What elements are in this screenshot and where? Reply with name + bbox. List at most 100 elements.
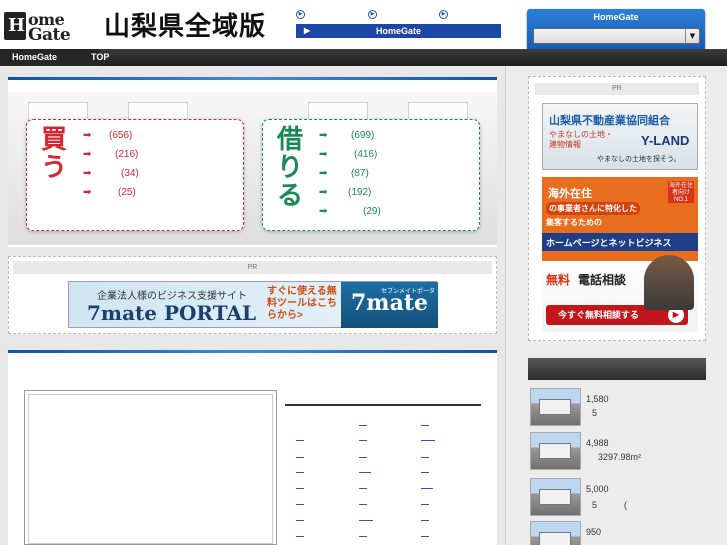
buy-card: 買 う ➡ (656) ➡ (216) ➡ (34) ➡ (25)	[26, 119, 244, 231]
side-pr-label: PR	[535, 83, 699, 95]
area-select-label: HomeGate	[593, 12, 639, 22]
area-select-dropdown[interactable]: ▼	[533, 28, 700, 44]
ad-line: の事業者さんに特化した	[546, 202, 640, 215]
buy-heading-char: 買	[40, 125, 67, 155]
area-link[interactable]	[296, 536, 304, 537]
7mate-banner[interactable]: 企業法人様のビジネス支援サイト 7mate PORTAL すぐに使える無料ツール…	[68, 281, 438, 328]
area-link[interactable]	[421, 536, 429, 537]
area-link[interactable]	[296, 472, 304, 473]
yland-ad[interactable]: 山梨県不動産業協同組合 やまなしの土地・建物情報 Y-LAND やまなしの土地を…	[542, 103, 698, 170]
listing-price: 5,000	[586, 484, 609, 494]
arrow-right-icon: ➡	[83, 130, 92, 141]
house-icon	[539, 532, 571, 545]
arrow-right-icon: ➡	[83, 149, 92, 160]
homegate-logo[interactable]: H ome Gate	[4, 10, 99, 45]
area-link[interactable]	[421, 504, 429, 505]
listing-item[interactable]: 1,580 5	[530, 388, 706, 428]
area-link[interactable]	[296, 504, 304, 505]
area-link[interactable]	[296, 440, 304, 441]
logo-text-line2: Gate	[28, 25, 71, 45]
map-frame-inner	[28, 394, 273, 544]
rent-heading-char: る	[276, 181, 303, 211]
overseas-business-ad[interactable]: 海外在住 海外在住者向け NO.1 の事業者さんに特化した 集客するための ホー…	[542, 177, 698, 332]
rent-count: (192)	[348, 187, 372, 198]
arrow-right-icon: ➡	[319, 206, 328, 217]
area-link[interactable]	[421, 457, 429, 458]
pr-label: PR	[13, 261, 492, 274]
area-link[interactable]	[296, 457, 304, 458]
arrow-right-icon: ➡	[83, 187, 92, 198]
7mate-logo: セブンメイトポータル 7mate	[341, 282, 438, 328]
rent-heading-char: り	[276, 153, 303, 183]
area-link[interactable]	[421, 425, 429, 426]
listing-detail: 3297.98m²	[598, 452, 642, 462]
listing-price: 1,580	[586, 394, 609, 404]
site-title: 山梨県全域版	[104, 12, 267, 42]
area-link[interactable]	[359, 440, 367, 441]
buy-heading-char: う	[40, 153, 67, 183]
nav-item-top[interactable]: TOP	[91, 52, 109, 62]
buy-count: (216)	[115, 149, 139, 160]
listing-photo	[530, 432, 581, 470]
bluebar-label: HomeGate	[375, 26, 421, 36]
listing-detail: 5 (	[592, 500, 628, 510]
listing-price: 950	[586, 527, 602, 537]
ad-brand: Y-LAND	[641, 133, 690, 148]
area-link[interactable]	[359, 472, 371, 473]
header-link-icon-1[interactable]: ▶	[296, 10, 305, 19]
header-homegate-bar[interactable]: ▶ HomeGate	[296, 24, 501, 38]
banner-name: 7mate PORTAL	[87, 301, 257, 325]
listing-item[interactable]: 950	[530, 521, 706, 545]
header-link-icon-3[interactable]: ▶	[439, 10, 448, 19]
area-link[interactable]	[421, 520, 429, 521]
buy-count: (34)	[121, 168, 139, 179]
chevron-down-icon[interactable]: ▼	[685, 29, 699, 43]
panel-top-rule	[8, 350, 497, 353]
house-icon	[539, 489, 571, 505]
area-link[interactable]	[421, 472, 429, 473]
rent-heading[interactable]: 借 り る	[275, 126, 305, 210]
area-link[interactable]	[296, 488, 304, 489]
map-frame	[24, 390, 277, 545]
buy-heading[interactable]: 買 う	[39, 126, 69, 182]
arrow-right-icon: ➡	[319, 168, 328, 179]
area-link[interactable]	[359, 488, 367, 489]
ad-headline: ホームページとネットビジネス	[542, 233, 698, 251]
listing-detail: 5	[592, 408, 598, 418]
area-link[interactable]	[421, 440, 435, 441]
listing-item[interactable]: 4,988 3297.98m²	[530, 432, 706, 472]
area-link[interactable]	[359, 520, 373, 521]
ad-free-label: 無料	[546, 273, 571, 287]
area-link[interactable]	[359, 504, 367, 505]
rent-heading-char: 借	[276, 125, 303, 155]
section-divider	[285, 404, 481, 406]
ad-tagline: やまなしの土地を探そう。	[597, 156, 681, 163]
arrow-right-icon: ➡	[319, 187, 328, 198]
banner-promo: すぐに使える無料ツールはこちらから>	[267, 286, 337, 321]
area-link[interactable]	[421, 488, 433, 489]
listing-price: 4,988	[586, 438, 609, 448]
nav-bar: HomeGate TOP	[0, 49, 727, 66]
ad-subtitle: やまなしの土地・建物情報	[549, 130, 613, 149]
ad-title: 山梨県不動産業協同組合	[549, 114, 670, 127]
ad-badge: 海外在住者向け NO.1	[668, 181, 694, 203]
ad-phone-consult-label: 電話相談	[578, 273, 627, 287]
ad-title: 海外在住	[548, 187, 592, 200]
house-icon	[539, 399, 571, 415]
nav-item-homegate[interactable]: HomeGate	[12, 52, 57, 62]
header-link-icon-2[interactable]: ▶	[368, 10, 377, 19]
area-link[interactable]	[296, 520, 304, 521]
play-arrow-icon: ▶	[304, 26, 311, 35]
consultant-photo	[644, 255, 694, 310]
logo-house-icon: H	[4, 12, 26, 40]
new-listings-header	[528, 358, 706, 380]
ad-line: 集客するための	[546, 218, 602, 227]
area-link[interactable]	[359, 536, 367, 537]
arrow-right-icon: ➡	[319, 149, 328, 160]
area-link[interactable]	[359, 457, 367, 458]
listing-item[interactable]: 5,000 5 (	[530, 478, 706, 518]
area-link[interactable]	[359, 425, 367, 426]
rent-count: (87)	[351, 168, 369, 179]
listing-photo	[530, 388, 581, 426]
listing-photo	[530, 478, 581, 516]
